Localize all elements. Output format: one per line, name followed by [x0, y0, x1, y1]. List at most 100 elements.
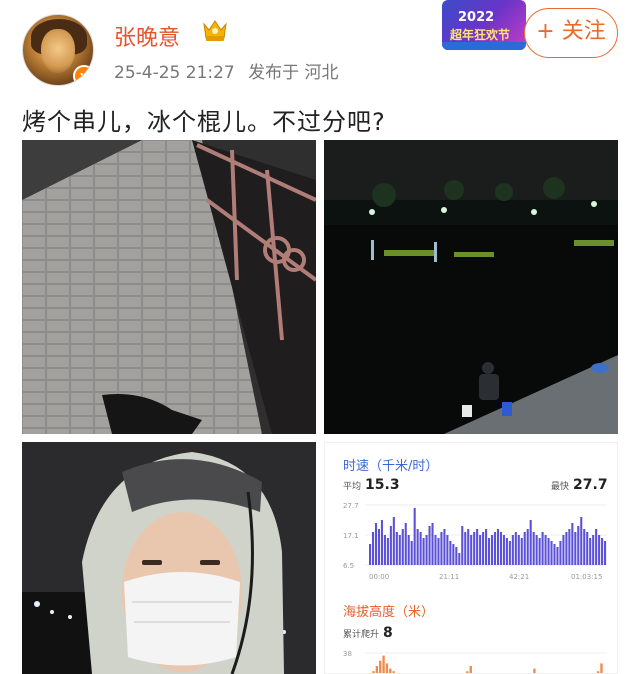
chart-bar: [428, 526, 431, 565]
promo-stripe: [442, 42, 526, 50]
chart-bar: [577, 526, 580, 565]
chart-bar: [592, 535, 595, 565]
cycling-stats-card[interactable]: 时速（千米/时） 平均 15.3 最快 27.7 27.7 17.1 6.5 00:…: [324, 442, 618, 674]
chart-bar: [499, 532, 502, 565]
chart-bar: [574, 532, 577, 565]
chart-bar: [413, 508, 416, 565]
chart-bar: [541, 532, 544, 565]
chart-bar: [398, 535, 401, 565]
chart-bar: [479, 535, 482, 565]
y-tick: 38: [343, 650, 352, 658]
chart-bar: [419, 532, 422, 565]
climb-value: 8: [383, 625, 393, 641]
chart-bar: [437, 538, 440, 565]
x-tick: 01:03:15: [571, 573, 602, 581]
chart-bar: [520, 538, 523, 565]
chart-bar: [452, 544, 455, 565]
promo-name: 超年狂欢节: [450, 28, 511, 42]
chart-bar: [404, 523, 407, 565]
chart-bar: [490, 535, 494, 565]
post-meta: 25-4-25 21:27 发布于 河北: [114, 58, 347, 83]
promo-year: 2022: [458, 10, 495, 25]
chart-bar: [493, 532, 497, 565]
chart-bar: [369, 544, 372, 565]
speed-title: 时速（千米/时）: [343, 459, 439, 474]
photo-river-night[interactable]: [324, 140, 618, 434]
chart-bar: [553, 544, 556, 565]
chart-bar: [389, 668, 392, 673]
post-text: 烤个串儿，冰个棍儿。不过分吧?: [22, 108, 386, 136]
cumulative-climb: 累计爬升 8: [343, 625, 393, 641]
x-tick: 42:21: [509, 573, 529, 581]
elevation-chart: 38: [343, 650, 607, 673]
x-tick: 21:11: [439, 573, 459, 581]
chart-bar: [473, 532, 476, 565]
chart-bar: [508, 541, 511, 565]
avg-speed: 平均 15.3: [343, 477, 400, 493]
walkway-illustration: [22, 140, 316, 434]
chart-bar: [556, 547, 559, 565]
chart-bar: [604, 541, 607, 565]
chart-bar: [598, 535, 601, 565]
chart-bar: [389, 526, 392, 565]
chart-bar: [485, 529, 488, 565]
chart-bar: [377, 529, 380, 565]
chart-bar: [562, 535, 565, 565]
chart-bar: [595, 529, 598, 565]
chart-bar: [568, 529, 571, 565]
chart-bar: [434, 535, 437, 565]
max-speed-label: 最快: [551, 482, 570, 492]
chart-bar: [395, 532, 398, 565]
river-illustration: [324, 140, 618, 434]
chart-bar: [469, 666, 472, 673]
chart-bar: [380, 520, 383, 565]
chart-bar: [379, 660, 382, 673]
chart-bar: [488, 538, 491, 565]
chart-bar: [416, 529, 419, 565]
avg-speed-value: 15.3: [365, 477, 400, 493]
speed-chart: 27.7 17.1 6.5 00:00 21:11 42:21 01:03:15: [343, 502, 607, 581]
vip-level-icon: [203, 20, 227, 41]
chart-bar: [458, 553, 461, 565]
y-tick: 17.1: [343, 532, 359, 540]
chart-bar: [529, 520, 532, 565]
climb-label: 累计爬升: [343, 630, 380, 640]
chart-bar: [511, 535, 514, 565]
chart-bar: [526, 529, 529, 565]
chart-bar: [422, 538, 425, 565]
chart-bar: [476, 529, 479, 565]
chart-bar: [505, 538, 508, 565]
chart-bar: [455, 547, 458, 565]
chart-bar: [601, 538, 604, 565]
chart-bar: [371, 532, 375, 565]
user-avatar[interactable]: v: [22, 14, 94, 86]
chart-bar: [496, 529, 500, 565]
selfie-illustration: [22, 442, 316, 674]
post-location: 发布于 河北: [248, 63, 339, 83]
chart-bar: [407, 535, 410, 565]
chart-bar: [401, 529, 404, 565]
elevation-title: 海拔高度（米）: [343, 605, 435, 620]
chart-bar: [535, 535, 538, 565]
chart-bar: [532, 532, 535, 565]
promo-banner[interactable]: 2022 超年狂欢节: [442, 0, 526, 50]
chart-bar: [514, 532, 517, 565]
chart-bar: [523, 532, 526, 565]
chart-bar: [375, 666, 379, 673]
chart-bar: [586, 532, 589, 565]
follow-button[interactable]: + 关注: [524, 8, 618, 58]
photo-selfie[interactable]: [22, 442, 316, 674]
chart-bar: [446, 535, 449, 565]
chart-bar: [583, 529, 586, 565]
chart-bar: [547, 538, 550, 565]
chart-bar: [374, 523, 378, 565]
username[interactable]: 张晚意: [114, 20, 180, 52]
chart-bar: [410, 541, 413, 565]
chart-bar: [502, 535, 505, 565]
chart-bar: [464, 532, 467, 565]
max-speed-value: 27.7: [573, 477, 608, 493]
chart-bar: [580, 517, 583, 565]
chart-bar: [425, 535, 428, 565]
y-tick: 27.7: [343, 502, 359, 510]
photo-walkway[interactable]: [22, 140, 316, 434]
